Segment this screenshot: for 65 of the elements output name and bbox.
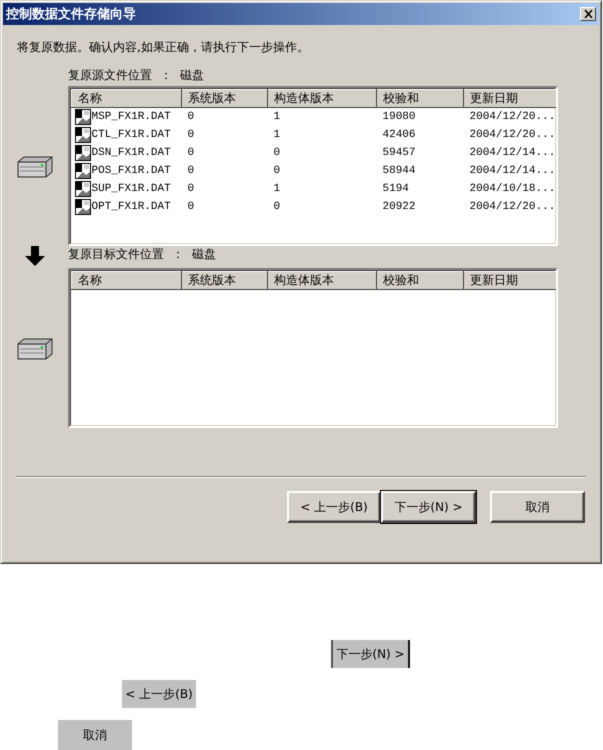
file-name[interactable]: CTL_FX1R.DAT xyxy=(92,129,171,141)
file-icon xyxy=(74,163,90,179)
separator-text: ： xyxy=(160,67,172,84)
table-cell: 0 xyxy=(188,129,194,141)
table-cell: 2004/12/20... xyxy=(470,201,556,213)
file-name[interactable]: SUP_FX1R.DAT xyxy=(92,183,171,195)
close-icon xyxy=(584,10,592,18)
cancel-button[interactable]: 取消 xyxy=(490,491,585,523)
close-button[interactable] xyxy=(580,7,596,21)
column-header[interactable]: 构造体版本 xyxy=(268,90,376,108)
table-cell: 19080 xyxy=(382,111,416,123)
table-cell: 2004/12/14... xyxy=(470,147,556,159)
table-cell: 0 xyxy=(188,147,194,159)
cancel-button[interactable]: 取消 xyxy=(58,720,132,750)
column-header[interactable]: 校验和 xyxy=(376,272,464,290)
table-cell: 2004/12/20... xyxy=(470,111,556,123)
disk-drive-icon xyxy=(16,154,54,178)
table-cell: 0 xyxy=(188,165,194,177)
table-cell: 5194 xyxy=(382,183,409,195)
location-label: 复原目标文件位置 xyxy=(68,246,164,263)
separator-text: ： xyxy=(172,246,184,263)
disk-drive-icon xyxy=(16,336,54,360)
file-name[interactable]: OPT_FX1R.DAT xyxy=(92,201,171,213)
table-cell: 0 xyxy=(274,201,280,213)
location-value: 磁盘 xyxy=(180,67,204,84)
column-header[interactable]: 系统版本 xyxy=(182,90,268,108)
table-cell: 0 xyxy=(274,147,280,159)
file-icon xyxy=(74,145,90,161)
back-button[interactable]: < 上一步(B) xyxy=(287,491,381,523)
table-cell: 1 xyxy=(274,111,280,123)
file-icon xyxy=(74,181,90,197)
table-cell: 0 xyxy=(188,183,194,195)
column-header[interactable]: 系统版本 xyxy=(182,272,268,290)
location-value: 磁盘 xyxy=(192,246,216,263)
column-header[interactable]: 名称 xyxy=(72,90,182,108)
table-cell: 0 xyxy=(188,111,194,123)
file-icon xyxy=(74,127,90,143)
down-arrow-icon xyxy=(24,246,46,266)
file-name[interactable]: MSP_FX1R.DAT xyxy=(92,111,171,123)
column-header[interactable]: 更新日期 xyxy=(464,90,556,108)
column-header[interactable]: 更新日期 xyxy=(464,272,556,290)
table-cell: 1 xyxy=(274,183,280,195)
table-cell: 0 xyxy=(274,165,280,177)
window-title: 控制数据文件存储向导 xyxy=(6,6,136,23)
table-cell: 59457 xyxy=(382,147,416,159)
table-cell: 58944 xyxy=(382,165,416,177)
column-header[interactable]: 校验和 xyxy=(376,90,464,108)
table-cell: 42406 xyxy=(382,129,416,141)
instruction-text: 将复原数据。确认内容,如果正确，请执行下一步操作。 xyxy=(17,39,310,56)
file-icon xyxy=(74,199,90,215)
column-header[interactable]: 构造体版本 xyxy=(268,272,376,290)
table-cell: 2004/10/18... xyxy=(470,183,556,195)
table-cell: 0 xyxy=(188,201,194,213)
next-button[interactable]: 下一步(N) > xyxy=(381,491,476,523)
column-header[interactable]: 名称 xyxy=(72,272,182,290)
file-icon xyxy=(74,109,90,125)
file-name[interactable]: DSN_FX1R.DAT xyxy=(92,147,171,159)
next-button[interactable]: 下一步(N) > xyxy=(331,640,410,668)
file-name[interactable]: POS_FX1R.DAT xyxy=(92,165,171,177)
back-button[interactable]: < 上一步(B) xyxy=(122,680,196,708)
location-label: 复原源文件位置 xyxy=(68,67,152,84)
table-cell: 2004/12/20... xyxy=(470,129,556,141)
table-cell: 2004/12/14... xyxy=(470,165,556,177)
table-cell: 20922 xyxy=(382,201,416,213)
table-cell: 1 xyxy=(274,129,280,141)
